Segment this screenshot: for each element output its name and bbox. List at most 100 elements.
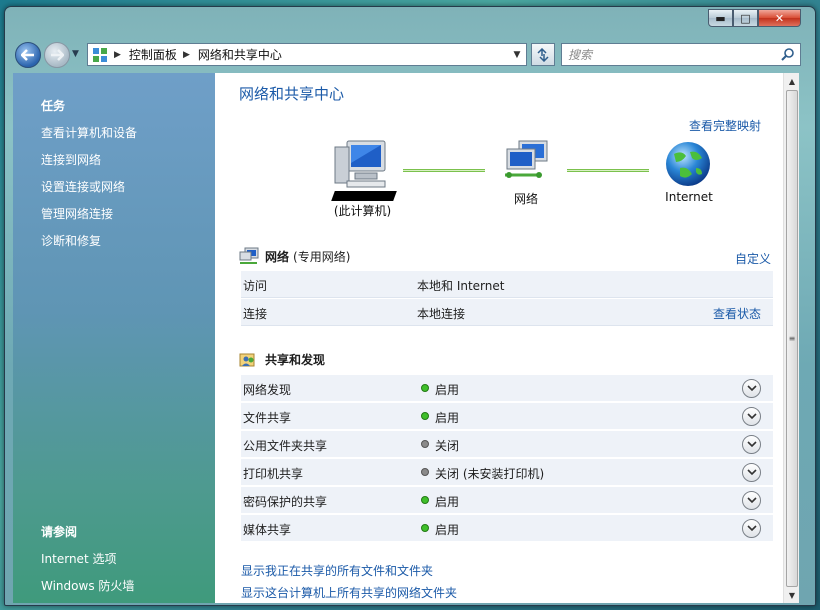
chevron-down-icon [746,413,757,420]
navigation-bar: ▼ ▶ 控制面板 ▶ 网络和共享中心 ▼ 搜索 [15,41,805,69]
search-input[interactable]: 搜索 [561,43,801,66]
status-on-icon [421,384,429,392]
breadcrumb-network-center[interactable]: 网络和共享中心 [198,46,282,63]
sidebar-link-view-computers[interactable]: 查看计算机和设备 [41,124,137,141]
status-on-icon [421,412,429,420]
refresh-button[interactable] [531,43,555,66]
expand-button[interactable] [742,379,761,398]
view-full-map-link[interactable]: 查看完整映射 [689,117,761,134]
network-detail-row: 连接 本地连接 查看状态 [241,299,773,326]
expand-button[interactable] [742,463,761,482]
this-computer-label: (此计算机) [333,204,392,218]
internet-label: Internet [665,190,713,204]
chevron-down-icon [746,469,757,476]
sharing-section-header: 共享和发现 [239,351,329,368]
sharing-row-value: 启用 [435,383,460,397]
search-placeholder: 搜索 [568,48,593,62]
sidebar: 任务 查看计算机和设备 连接到网络 设置连接或网络 管理网络连接 诊断和修复 请… [13,73,215,603]
breadcrumb-control-panel[interactable]: 控制面板 [129,46,177,63]
connection-line-internet [567,169,649,172]
scroll-up-icon[interactable]: ▲ [784,73,800,89]
sharing-row: 打印机共享 关闭 (未安装打印机) [241,459,773,486]
sharing-row: 密码保护的共享 启用 [241,487,773,514]
scroll-thumb[interactable]: ≡ [786,90,798,587]
chevron-down-icon [746,385,757,392]
maximize-button[interactable]: □ [733,9,758,27]
redacted-computer-name [331,191,397,201]
sharing-row-label: 密码保护的共享 [243,495,328,509]
close-button[interactable]: ✕ [758,9,801,27]
network-label: 网络 [513,192,538,206]
recent-pages-dropdown[interactable]: ▼ [72,49,79,59]
sharing-row-value: 关闭 [435,439,460,453]
status-off-icon [421,468,429,476]
sharing-row-label: 网络发现 [243,383,292,397]
forward-arrow-icon [51,49,64,61]
computer-icon [333,137,389,194]
detail-label: 连接 [243,307,268,321]
sharing-row-label: 打印机共享 [243,467,304,481]
address-dropdown-icon[interactable]: ▼ [508,44,526,65]
network-icon [501,139,551,186]
expand-button[interactable] [742,407,761,426]
show-shared-files-link[interactable]: 显示我正在共享的所有文件和文件夹 [241,562,433,579]
detail-value: 本地连接 [417,307,466,321]
window: ▬ □ ✕ ▼ ▶ 控制面板 ▶ 网络和共享中心 ▼ 搜索 任务 查看计算机和设… [4,6,816,606]
sharing-row: 网络发现 启用 [241,375,773,402]
sharing-row-label: 公用文件夹共享 [243,439,328,453]
back-arrow-icon [21,49,34,61]
status-on-icon [421,496,429,504]
chevron-down-icon [746,525,757,532]
sharing-row-value: 启用 [435,495,460,509]
show-shared-folders-link[interactable]: 显示这台计算机上所有共享的网络文件夹 [241,584,457,601]
expand-button[interactable] [742,519,761,538]
see-also-heading: 请参阅 [41,525,78,539]
sharing-row-value: 启用 [435,411,460,425]
sharing-section-title: 共享和发现 [265,353,326,367]
vertical-scrollbar[interactable]: ▲ ≡ ▼ [783,73,799,603]
sharing-row: 公用文件夹共享 关闭 [241,431,773,458]
sidebar-link-connect-network[interactable]: 连接到网络 [41,151,101,168]
expand-button[interactable] [742,491,761,510]
breadcrumb-separator-icon: ▶ [182,49,190,60]
chevron-down-icon [746,441,757,448]
forward-button[interactable] [44,42,70,68]
detail-label: 访问 [243,279,268,293]
network-small-icon [239,247,259,264]
search-icon[interactable] [781,47,795,61]
network-detail-row: 访问 本地和 Internet [241,271,773,298]
page-title: 网络和共享中心 [239,85,345,103]
sidebar-link-manage-connections[interactable]: 管理网络连接 [41,205,113,222]
sharing-row: 文件共享 启用 [241,403,773,430]
chevron-down-icon [746,497,757,504]
refresh-icon [537,47,549,62]
sharing-icon [239,353,255,366]
sidebar-link-windows-firewall[interactable]: Windows 防火墙 [41,577,134,594]
control-panel-icon [92,47,108,63]
main-panel: 网络和共享中心 查看完整映射 (此计算机) 网络 Internet 网络 (专用… [215,73,785,603]
content-area: 任务 查看计算机和设备 连接到网络 设置连接或网络 管理网络连接 诊断和修复 请… [13,73,799,603]
globe-icon [664,140,712,191]
network-type: (专用网络) [293,249,351,264]
sharing-row-value: 启用 [435,523,460,537]
minimize-button[interactable]: ▬ [708,9,733,27]
sidebar-link-setup-connection[interactable]: 设置连接或网络 [41,178,125,195]
view-status-link[interactable]: 查看状态 [713,305,761,322]
caption-buttons: ▬ □ ✕ [708,9,801,27]
sidebar-link-internet-options[interactable]: Internet 选项 [41,550,116,567]
back-button[interactable] [15,42,41,68]
tasks-heading: 任务 [41,99,66,113]
connection-line-local [403,169,485,172]
sharing-row: 媒体共享 启用 [241,515,773,542]
detail-value: 本地和 Internet [417,279,505,293]
sidebar-link-diagnose-repair[interactable]: 诊断和修复 [41,232,101,249]
customize-link[interactable]: 自定义 [735,250,771,267]
status-on-icon [421,524,429,532]
sharing-row-label: 媒体共享 [243,523,292,537]
expand-button[interactable] [742,435,761,454]
sharing-row-value: 关闭 (未安装打印机) [435,467,545,481]
network-name: 网络 [265,249,290,264]
scroll-down-icon[interactable]: ▼ [784,587,800,603]
address-bar[interactable]: ▶ 控制面板 ▶ 网络和共享中心 ▼ [87,43,527,66]
sharing-row-label: 文件共享 [243,411,292,425]
